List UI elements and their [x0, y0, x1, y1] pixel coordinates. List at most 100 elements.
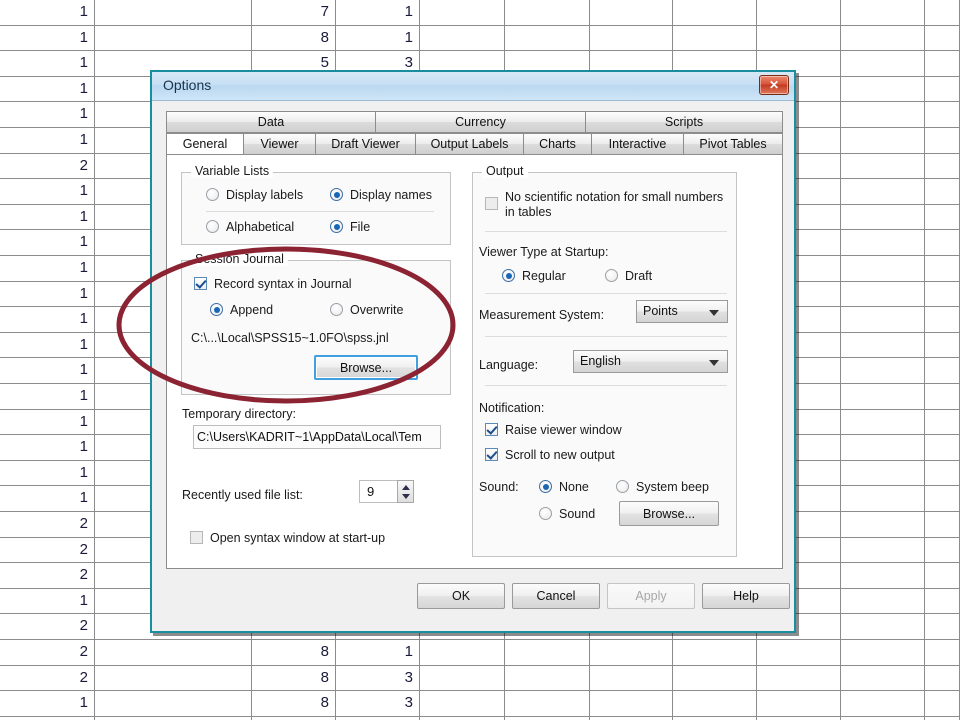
table-cell[interactable]: [757, 640, 841, 666]
chevron-up-icon[interactable]: [402, 485, 410, 490]
chevron-down-icon[interactable]: [402, 494, 410, 499]
table-cell[interactable]: 1: [0, 384, 95, 410]
table-cell[interactable]: [925, 332, 960, 359]
recent-file-list-stepper[interactable]: [397, 480, 414, 503]
checkbox-no-scientific-notation[interactable]: [485, 197, 498, 210]
table-cell[interactable]: [590, 0, 673, 26]
cancel-button[interactable]: Cancel: [512, 583, 600, 609]
radio-viewer-draft[interactable]: [605, 269, 618, 282]
table-cell[interactable]: [505, 691, 590, 717]
table-cell[interactable]: [590, 25, 673, 52]
table-cell[interactable]: [757, 0, 841, 26]
table-cell[interactable]: [841, 307, 925, 333]
table-cell[interactable]: 2: [0, 563, 95, 589]
table-cell[interactable]: [505, 640, 590, 666]
table-cell[interactable]: [841, 0, 925, 26]
table-cell[interactable]: 2: [0, 640, 95, 666]
table-cell[interactable]: [841, 486, 925, 512]
table-cell[interactable]: 1: [0, 51, 95, 77]
tab-output-labels[interactable]: Output Labels: [416, 133, 524, 155]
table-cell[interactable]: 8: [252, 665, 336, 692]
table-cell[interactable]: 1: [336, 0, 420, 26]
table-cell[interactable]: [925, 665, 960, 692]
table-cell[interactable]: [925, 281, 960, 308]
table-cell[interactable]: 1: [0, 76, 95, 103]
table-cell[interactable]: [420, 691, 505, 717]
table-cell[interactable]: 1: [336, 640, 420, 666]
table-cell[interactable]: [925, 76, 960, 103]
table-cell[interactable]: [590, 665, 673, 692]
radio-file[interactable]: [330, 220, 343, 233]
table-cell[interactable]: 1: [0, 230, 95, 256]
table-cell[interactable]: [925, 563, 960, 589]
table-cell[interactable]: [841, 435, 925, 461]
radio-display-names[interactable]: [330, 188, 343, 201]
table-row[interactable]: 2 83: [0, 665, 960, 692]
journal-browse-button[interactable]: Browse...: [314, 355, 418, 380]
table-cell[interactable]: [925, 256, 960, 282]
checkbox-scroll-new-output[interactable]: [485, 448, 498, 461]
checkbox-raise-viewer-window[interactable]: [485, 423, 498, 436]
table-cell[interactable]: [841, 691, 925, 717]
table-cell[interactable]: [841, 384, 925, 410]
checkbox-record-syntax[interactable]: [194, 277, 207, 290]
table-cell[interactable]: [841, 332, 925, 359]
table-cell[interactable]: [925, 486, 960, 512]
sound-browse-button[interactable]: Browse...: [619, 501, 719, 526]
table-cell[interactable]: [925, 230, 960, 256]
table-cell[interactable]: [841, 512, 925, 538]
table-cell[interactable]: [420, 665, 505, 692]
table-cell[interactable]: [925, 512, 960, 538]
table-cell[interactable]: 8: [252, 640, 336, 666]
table-cell[interactable]: [673, 25, 757, 52]
table-cell[interactable]: [841, 563, 925, 589]
table-cell[interactable]: [673, 665, 757, 692]
table-cell[interactable]: [841, 281, 925, 308]
table-cell[interactable]: [841, 665, 925, 692]
table-cell[interactable]: 1: [0, 25, 95, 52]
radio-append[interactable]: [210, 303, 223, 316]
table-cell[interactable]: [841, 230, 925, 256]
table-cell[interactable]: [841, 409, 925, 436]
table-cell[interactable]: [841, 179, 925, 205]
language-select[interactable]: English: [573, 350, 728, 373]
radio-viewer-regular[interactable]: [502, 269, 515, 282]
tab-viewer[interactable]: Viewer: [244, 133, 316, 155]
table-cell[interactable]: [841, 51, 925, 77]
table-cell[interactable]: [925, 358, 960, 384]
table-cell[interactable]: 2: [0, 537, 95, 564]
table-cell[interactable]: 1: [0, 179, 95, 205]
table-cell[interactable]: [841, 640, 925, 666]
radio-alphabetical[interactable]: [206, 220, 219, 233]
table-cell[interactable]: 2: [0, 512, 95, 538]
table-cell[interactable]: [925, 614, 960, 640]
tab-charts[interactable]: Charts: [524, 133, 592, 155]
table-cell[interactable]: [925, 435, 960, 461]
table-cell[interactable]: 3: [336, 691, 420, 717]
table-cell[interactable]: 8: [252, 691, 336, 717]
table-cell[interactable]: [925, 307, 960, 333]
table-row[interactable]: 2 81: [0, 640, 960, 666]
table-cell[interactable]: [925, 102, 960, 128]
table-cell[interactable]: [95, 640, 252, 666]
table-cell[interactable]: [841, 537, 925, 564]
dialog-titlebar[interactable]: Options ✕: [152, 72, 794, 101]
table-cell[interactable]: [757, 665, 841, 692]
table-cell[interactable]: 1: [0, 435, 95, 461]
table-cell[interactable]: 8: [252, 25, 336, 52]
checkbox-open-syntax-window[interactable]: [190, 531, 203, 544]
table-cell[interactable]: [925, 153, 960, 180]
table-cell[interactable]: [841, 460, 925, 487]
table-cell[interactable]: [420, 25, 505, 52]
table-cell[interactable]: [925, 691, 960, 717]
table-cell[interactable]: [673, 691, 757, 717]
tab-pivot-tables[interactable]: Pivot Tables: [684, 133, 783, 155]
radio-sound-none[interactable]: [539, 480, 552, 493]
table-cell[interactable]: [841, 256, 925, 282]
table-cell[interactable]: 1: [336, 25, 420, 52]
table-cell[interactable]: [95, 0, 252, 26]
table-cell[interactable]: [505, 0, 590, 26]
table-cell[interactable]: [95, 691, 252, 717]
table-cell[interactable]: 2: [0, 665, 95, 692]
radio-system-beep[interactable]: [616, 480, 629, 493]
